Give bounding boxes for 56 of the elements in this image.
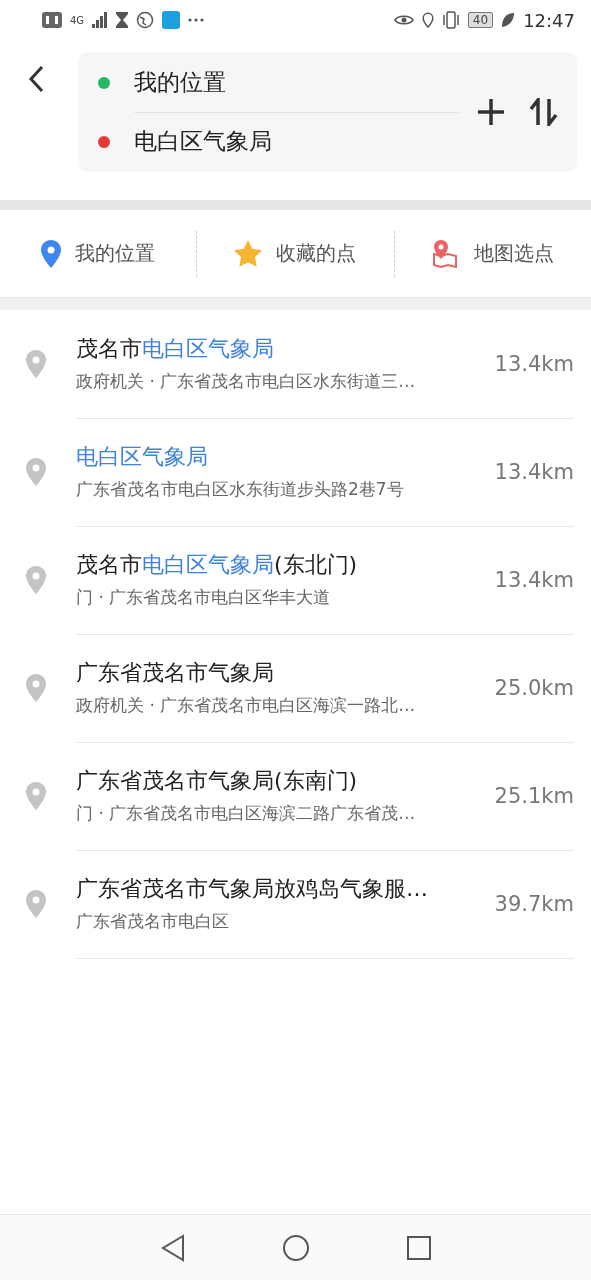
circle-icon — [281, 1233, 310, 1262]
location-pin-icon — [26, 458, 46, 486]
triangle-icon — [159, 1233, 186, 1262]
place-name[interactable]: 广东省茂名市气象局(东南门) — [76, 766, 495, 796]
vibrate-icon — [441, 11, 460, 29]
back-nav-button[interactable] — [159, 1233, 186, 1262]
place-address: 门 · 广东省茂名市电白区华丰大道 — [76, 586, 332, 609]
hourglass-icon — [116, 12, 129, 28]
place-name[interactable]: 茂名市电白区气象局 — [76, 334, 495, 364]
star-icon — [234, 240, 263, 267]
location-pin-icon — [26, 782, 46, 810]
end-dot — [98, 135, 110, 148]
place-name[interactable]: 广东省茂名市气象局放鸡岛气象服… — [76, 874, 495, 904]
recents-nav-button[interactable] — [405, 1234, 432, 1261]
battery-level: 40 — [467, 12, 494, 28]
place-address: 广东省茂名市电白区 — [76, 910, 230, 933]
distance: 25.0km — [494, 675, 574, 700]
location-pin-icon — [41, 239, 62, 268]
location-pin-icon — [26, 674, 46, 702]
distance: 13.4km — [494, 351, 574, 376]
start-field[interactable]: 我的位置 — [134, 67, 226, 98]
signal-icon — [92, 12, 109, 28]
location-pin-icon — [26, 890, 46, 918]
location-pin-icon — [26, 566, 46, 594]
app-icon — [162, 11, 181, 29]
swap-button[interactable] — [529, 98, 559, 126]
square-icon — [405, 1234, 432, 1261]
place-address: 门 · 广东省茂名市电白区海滨二路广东省茂… — [76, 802, 417, 825]
distance: 13.4km — [494, 459, 574, 484]
end-field[interactable]: 电白区气象局 — [134, 126, 272, 157]
distance: 25.1km — [494, 783, 574, 808]
chevron-left-icon — [28, 64, 44, 93]
home-nav-button[interactable] — [281, 1233, 310, 1262]
place-name[interactable]: 电白区气象局 — [76, 442, 495, 472]
plus-icon — [477, 98, 505, 126]
shortcut-button[interactable]: 地图选点 — [394, 228, 591, 279]
start-dot — [98, 76, 110, 89]
location-icon — [421, 11, 434, 29]
add-stop-button[interactable] — [477, 98, 505, 126]
distance: 13.4km — [494, 567, 574, 592]
distance: 39.7km — [494, 891, 574, 916]
clock-time: 12:47 — [523, 9, 575, 31]
more-icon — [188, 18, 205, 22]
place-name[interactable]: 茂名市电白区气象局(东北门) — [76, 550, 495, 580]
shortcut-button[interactable]: 我的位置 — [0, 228, 197, 279]
location-pin-icon — [26, 350, 46, 378]
eye-icon — [393, 13, 414, 27]
leaf-icon — [501, 12, 516, 28]
swap-arrows-icon — [529, 98, 559, 126]
network-type: 4G — [70, 14, 85, 26]
place-name[interactable]: 广东省茂名市气象局 — [76, 658, 495, 688]
map-pin-icon — [431, 239, 460, 268]
place-address: 广东省茂名市电白区水东街道步头路2巷7号 — [76, 478, 405, 501]
place-address: 政府机关 · 广东省茂名市电白区水东街道三… — [76, 370, 417, 393]
place-address: 政府机关 · 广东省茂名市电白区海滨一路北… — [76, 694, 417, 717]
shortcut-button[interactable]: 收藏的点 — [197, 228, 394, 279]
